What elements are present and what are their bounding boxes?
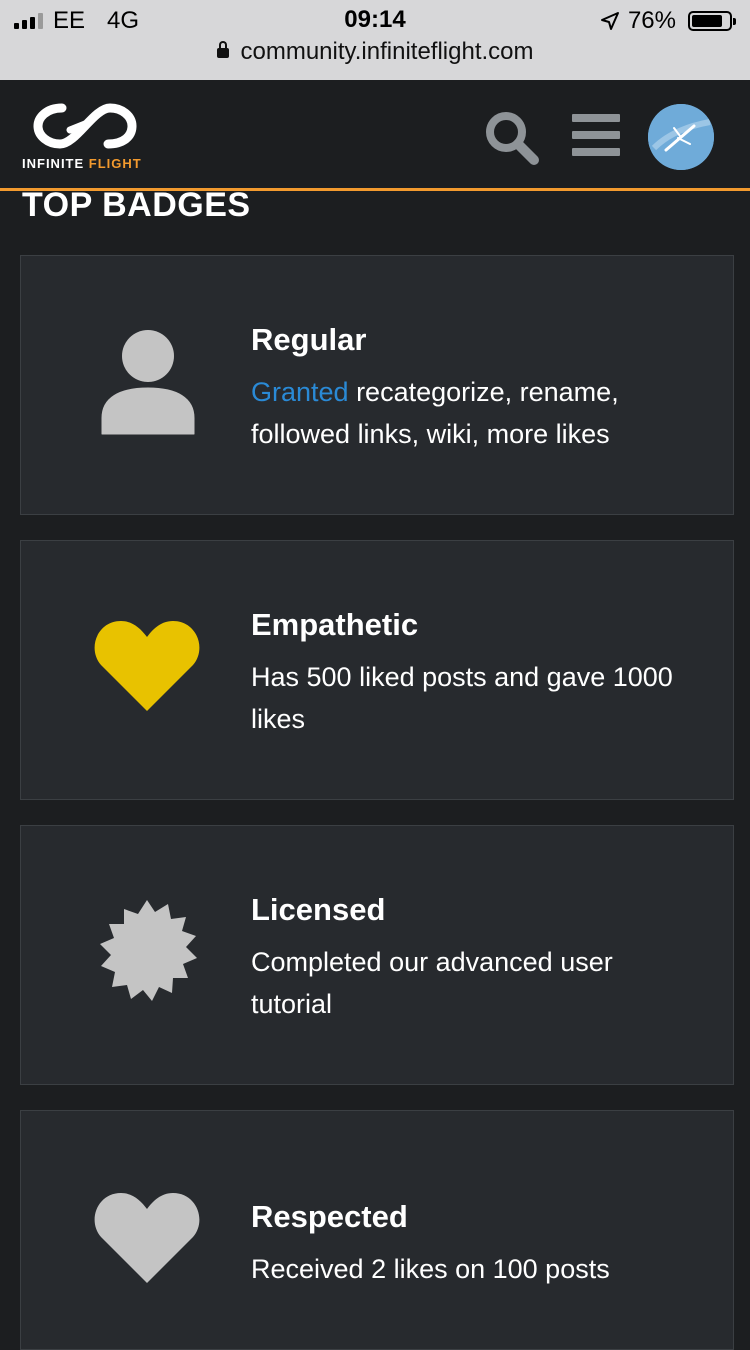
granted-link[interactable]: Granted bbox=[251, 377, 349, 407]
badge-description: Has 500 liked posts and gave 1000 likes bbox=[251, 662, 673, 734]
status-right: 76% bbox=[600, 6, 736, 36]
infinity-logo-icon bbox=[33, 103, 137, 149]
site-logo[interactable]: INFINITE FLIGHT bbox=[22, 98, 152, 178]
avatar[interactable] bbox=[648, 104, 714, 170]
badge-description: Received 2 likes on 100 posts bbox=[251, 1254, 610, 1284]
badge-name: Empathetic bbox=[251, 607, 419, 642]
location-arrow-icon bbox=[600, 12, 619, 30]
badge-card-empathetic[interactable]: Empathetic Has 500 liked posts and gave … bbox=[20, 540, 734, 800]
lock-icon bbox=[216, 41, 229, 58]
badge-card-respected[interactable]: Respected Received 2 likes on 100 posts bbox=[20, 1110, 734, 1350]
badge-description: Granted recategorize, rename, followed l… bbox=[251, 371, 701, 455]
certificate-icon bbox=[100, 900, 197, 1001]
battery-icon bbox=[688, 11, 736, 31]
user-icon bbox=[101, 330, 195, 435]
hamburger-menu-icon[interactable] bbox=[572, 114, 620, 156]
airplane-avatar-icon bbox=[648, 104, 714, 170]
site-header: INFINITE FLIGHT bbox=[0, 80, 750, 191]
section-title: TOP BADGES bbox=[22, 186, 251, 224]
heart-icon bbox=[94, 1193, 200, 1283]
url-text: community.infiniteflight.com bbox=[240, 38, 534, 65]
logo-text-flight: FLIGHT bbox=[88, 156, 142, 171]
logo-text: INFINITE FLIGHT bbox=[22, 156, 142, 171]
badge-card-regular[interactable]: Regular Granted recategorize, rename, fo… bbox=[20, 255, 734, 515]
logo-text-infinite: INFINITE bbox=[22, 156, 85, 171]
badge-name: Respected bbox=[251, 1199, 408, 1234]
badge-description: Completed our advanced user tutorial bbox=[251, 947, 613, 1019]
url-bar[interactable]: community.infiniteflight.com bbox=[0, 38, 750, 66]
status-bar: EE 4G 09:14 76% community.infiniteflight… bbox=[0, 0, 750, 80]
badge-name: Regular bbox=[251, 322, 367, 357]
heart-icon bbox=[94, 621, 200, 711]
badge-name: Licensed bbox=[251, 892, 386, 927]
badge-card-licensed[interactable]: Licensed Completed our advanced user tut… bbox=[20, 825, 734, 1085]
battery-percent: 76% bbox=[627, 7, 676, 34]
search-icon[interactable] bbox=[482, 108, 540, 166]
